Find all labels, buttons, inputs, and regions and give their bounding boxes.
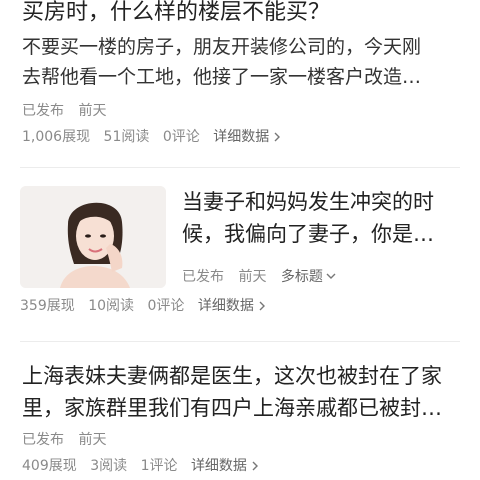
article-summary[interactable]: 不要买一楼的房子，朋友开装修公司的，今天刚 去帮他看一个工地，他接了一家一楼客户… — [22, 32, 462, 92]
woman-portrait-image — [20, 186, 166, 288]
article-feed: 买房时，什么样的楼层不能买？ 不要买一楼的房子，朋友开装修公司的，今天刚 去帮他… — [0, 0, 480, 480]
comments-count: 1评论 — [140, 458, 178, 474]
publish-date: 前天 — [238, 269, 267, 285]
details-link[interactable]: 详细数据 — [213, 129, 282, 145]
title-line: 当妻子和妈妈发生冲突的时 — [182, 190, 434, 214]
multi-title-label: 多标题 — [280, 269, 323, 285]
views-count: 1,006展现 — [22, 129, 91, 145]
multi-title-toggle[interactable]: 多标题 — [281, 269, 336, 285]
article-card-1[interactable]: 买房时，什么样的楼层不能买？ 不要买一楼的房子，朋友开装修公司的，今天刚 去帮他… — [0, 0, 480, 168]
publish-info: 已发布 前天 — [22, 430, 116, 450]
comments-count: 0评论 — [147, 298, 185, 314]
chevron-right-icon — [274, 132, 281, 142]
chevron-down-icon — [326, 273, 336, 279]
details-label: 详细数据 — [213, 129, 270, 145]
title-line: 候，我偏向了妻子，你是… — [182, 222, 434, 246]
details-link[interactable]: 详细数据 — [198, 298, 267, 314]
publish-status: 已发布 — [22, 432, 64, 448]
publish-status: 已发布 — [22, 103, 64, 119]
summary-line: 去帮他看一个工地，他接了一家一楼客户改造… — [22, 66, 422, 88]
article-stats: 409展现 3阅读 1评论 详细数据 — [22, 456, 270, 476]
publish-status: 已发布 — [182, 269, 224, 285]
article-card-2[interactable]: 当妻子和妈妈发生冲突的时 候，我偏向了妻子，你是… 已发布 前天 多标题 359… — [0, 168, 480, 342]
article-title[interactable]: 上海表妹夫妻俩都是医生，这次也被封在了家 里，家族群里我们有四户上海亲戚都已被封… — [22, 360, 462, 424]
reads-count: 10阅读 — [88, 298, 135, 314]
article-thumbnail[interactable] — [20, 186, 166, 288]
views-count: 359展现 — [20, 298, 75, 314]
chevron-right-icon — [252, 461, 258, 471]
publish-date: 前天 — [78, 432, 107, 448]
publish-date: 前天 — [78, 103, 107, 119]
publish-info: 已发布 前天 多标题 — [182, 267, 346, 287]
summary-line: 不要买一楼的房子，朋友开装修公司的，今天刚 — [22, 36, 422, 58]
chevron-right-icon — [259, 301, 265, 311]
details-link[interactable]: 详细数据 — [191, 458, 260, 474]
reads-count: 51阅读 — [103, 129, 150, 145]
article-title[interactable]: 当妻子和妈妈发生冲突的时 候，我偏向了妻子，你是… — [182, 186, 462, 250]
reads-count: 3阅读 — [90, 458, 128, 474]
article-stats: 359展现 10阅读 0评论 详细数据 — [20, 296, 277, 316]
comments-count: 0评论 — [162, 129, 200, 145]
title-line: 上海表妹夫妻俩都是医生，这次也被封在了家 — [22, 364, 442, 388]
views-count: 409展现 — [22, 458, 77, 474]
article-card-3[interactable]: 上海表妹夫妻俩都是医生，这次也被封在了家 里，家族群里我们有四户上海亲戚都已被封… — [0, 342, 480, 480]
article-stats: 1,006展现 51阅读 0评论 详细数据 — [22, 127, 292, 147]
publish-info: 已发布 前天 — [22, 101, 116, 121]
details-label: 详细数据 — [190, 458, 247, 474]
article-title[interactable]: 买房时，什么样的楼层不能买？ — [22, 0, 330, 28]
title-line: 里，家族群里我们有四户上海亲戚都已被封… — [22, 396, 442, 420]
details-label: 详细数据 — [197, 298, 254, 314]
